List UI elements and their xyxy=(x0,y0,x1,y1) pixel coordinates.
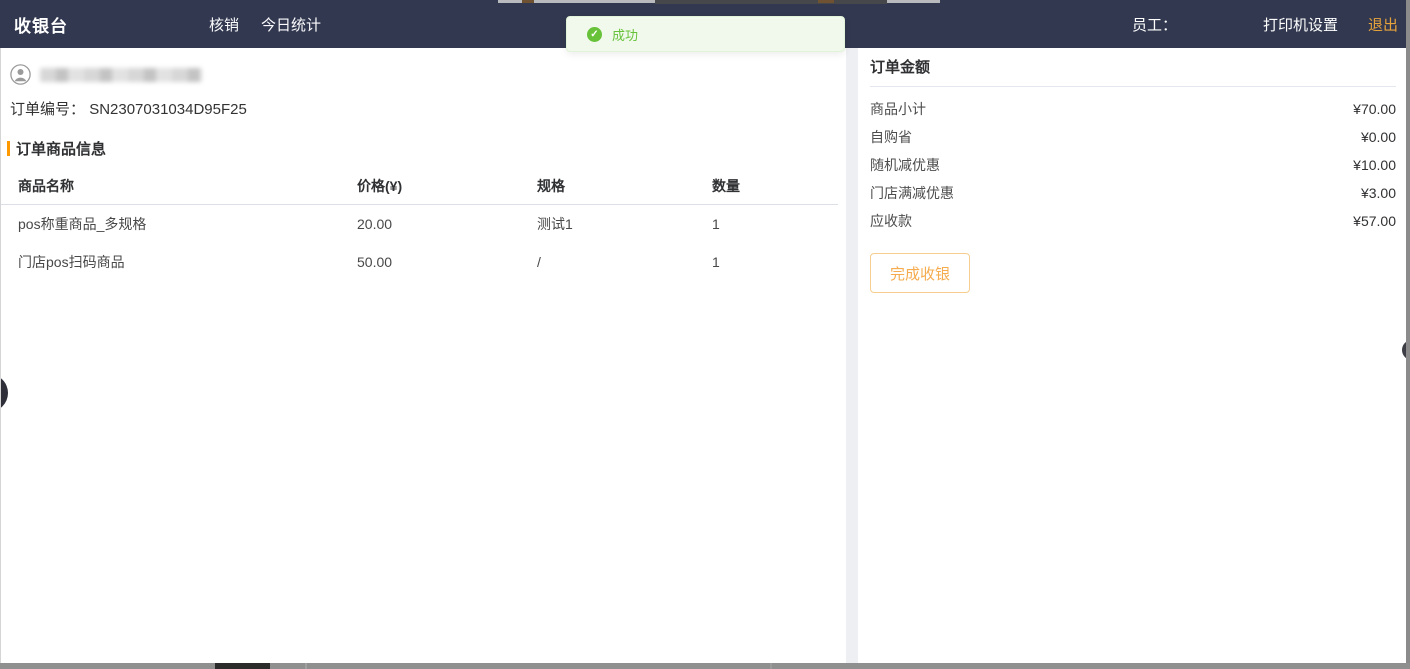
cell-price: 50.00 xyxy=(357,254,537,270)
summary-label: 自购省 xyxy=(870,127,912,147)
main-content: 订单编号： SN2307031034D95F25 订单商品信息 商品名称 价格(… xyxy=(0,48,1410,663)
summary-row: 自购省 ¥0.00 xyxy=(870,123,1396,151)
cell-spec: 测试1 xyxy=(537,214,712,234)
cell-product-name: 门店pos扫码商品 xyxy=(0,252,357,272)
cell-spec: / xyxy=(537,254,712,270)
topbar-right: 员工： 打印机设置 退出 xyxy=(1132,14,1398,35)
app-title: 收银台 xyxy=(14,12,68,37)
taskbar-dark-segment xyxy=(215,663,270,669)
cell-quantity: 1 xyxy=(712,216,838,232)
summary-label: 门店满减优惠 xyxy=(870,183,954,203)
success-toast: ✓ 成功 xyxy=(566,16,845,52)
window-top-edge-fragment xyxy=(655,0,887,4)
printer-settings-button[interactable]: 打印机设置 xyxy=(1263,14,1338,35)
window-left-edge xyxy=(0,48,1,663)
complete-checkout-button[interactable]: 完成收银 xyxy=(870,253,970,293)
summary-label: 商品小计 xyxy=(870,99,926,119)
summary-row: 随机减优惠 ¥10.00 xyxy=(870,151,1396,179)
summary-value: ¥10.00 xyxy=(1353,157,1396,173)
window-right-edge xyxy=(1406,0,1410,669)
taskbar-separator xyxy=(770,663,772,669)
nav-today-stats[interactable]: 今日统计 xyxy=(261,14,321,35)
summary-title: 订单金额 xyxy=(870,48,1396,87)
taskbar-separator xyxy=(305,663,307,669)
header-product-name: 商品名称 xyxy=(0,176,357,196)
summary-row: 商品小计 ¥70.00 xyxy=(870,95,1396,123)
section-title: 订单商品信息 xyxy=(7,138,846,159)
summary-row: 门店满减优惠 ¥3.00 xyxy=(870,179,1396,207)
summary-rows: 商品小计 ¥70.00 自购省 ¥0.00 随机减优惠 ¥10.00 门店满减优… xyxy=(870,95,1396,235)
store-name-redacted xyxy=(82,16,182,32)
order-amount-panel: 订单金额 商品小计 ¥70.00 自购省 ¥0.00 随机减优惠 ¥10.00 … xyxy=(858,48,1410,663)
table-header-row: 商品名称 价格(¥) 规格 数量 xyxy=(0,167,838,205)
window-top-edge-fragment xyxy=(522,0,534,3)
summary-label: 应收款 xyxy=(870,211,912,231)
cell-product-name: pos称重商品_多规格 xyxy=(0,214,357,234)
panel-divider xyxy=(846,48,858,663)
header-spec: 规格 xyxy=(537,176,712,196)
success-check-icon: ✓ xyxy=(587,27,602,42)
order-number-line: 订单编号： SN2307031034D95F25 xyxy=(10,98,846,119)
summary-value: ¥70.00 xyxy=(1353,101,1396,117)
logout-button[interactable]: 退出 xyxy=(1368,14,1398,35)
employee-label: 员工： xyxy=(1132,14,1177,35)
window-top-edge-fragment xyxy=(818,0,834,3)
taskbar-strip xyxy=(0,663,1410,669)
summary-row: 应收款 ¥57.00 xyxy=(870,207,1396,235)
customer-name-redacted xyxy=(40,68,202,82)
left-drawer-handle[interactable] xyxy=(0,374,8,412)
customer-row xyxy=(10,64,846,85)
summary-label: 随机减优惠 xyxy=(870,155,940,175)
header-price: 价格(¥) xyxy=(357,176,537,196)
summary-value: ¥57.00 xyxy=(1353,213,1396,229)
summary-value: ¥3.00 xyxy=(1361,185,1396,201)
order-goods-panel: 订单编号： SN2307031034D95F25 订单商品信息 商品名称 价格(… xyxy=(0,48,846,663)
section-title-text: 订单商品信息 xyxy=(16,138,106,159)
header-quantity: 数量 xyxy=(712,176,838,196)
toast-message: 成功 xyxy=(612,25,638,44)
person-avatar-icon xyxy=(10,64,31,85)
cell-price: 20.00 xyxy=(357,216,537,232)
table-row: pos称重商品_多规格 20.00 测试1 1 xyxy=(0,205,838,243)
section-accent-bar xyxy=(7,141,10,156)
order-number-value: SN2307031034D95F25 xyxy=(89,101,247,118)
employee-name-redacted xyxy=(1181,17,1239,31)
cell-quantity: 1 xyxy=(712,254,838,270)
summary-value: ¥0.00 xyxy=(1361,129,1396,145)
table-row: 门店pos扫码商品 50.00 / 1 xyxy=(0,243,838,281)
nav-verify[interactable]: 核销 xyxy=(209,14,239,35)
goods-table: 商品名称 价格(¥) 规格 数量 pos称重商品_多规格 20.00 测试1 1… xyxy=(0,167,838,281)
order-number-label: 订单编号： xyxy=(10,101,85,118)
